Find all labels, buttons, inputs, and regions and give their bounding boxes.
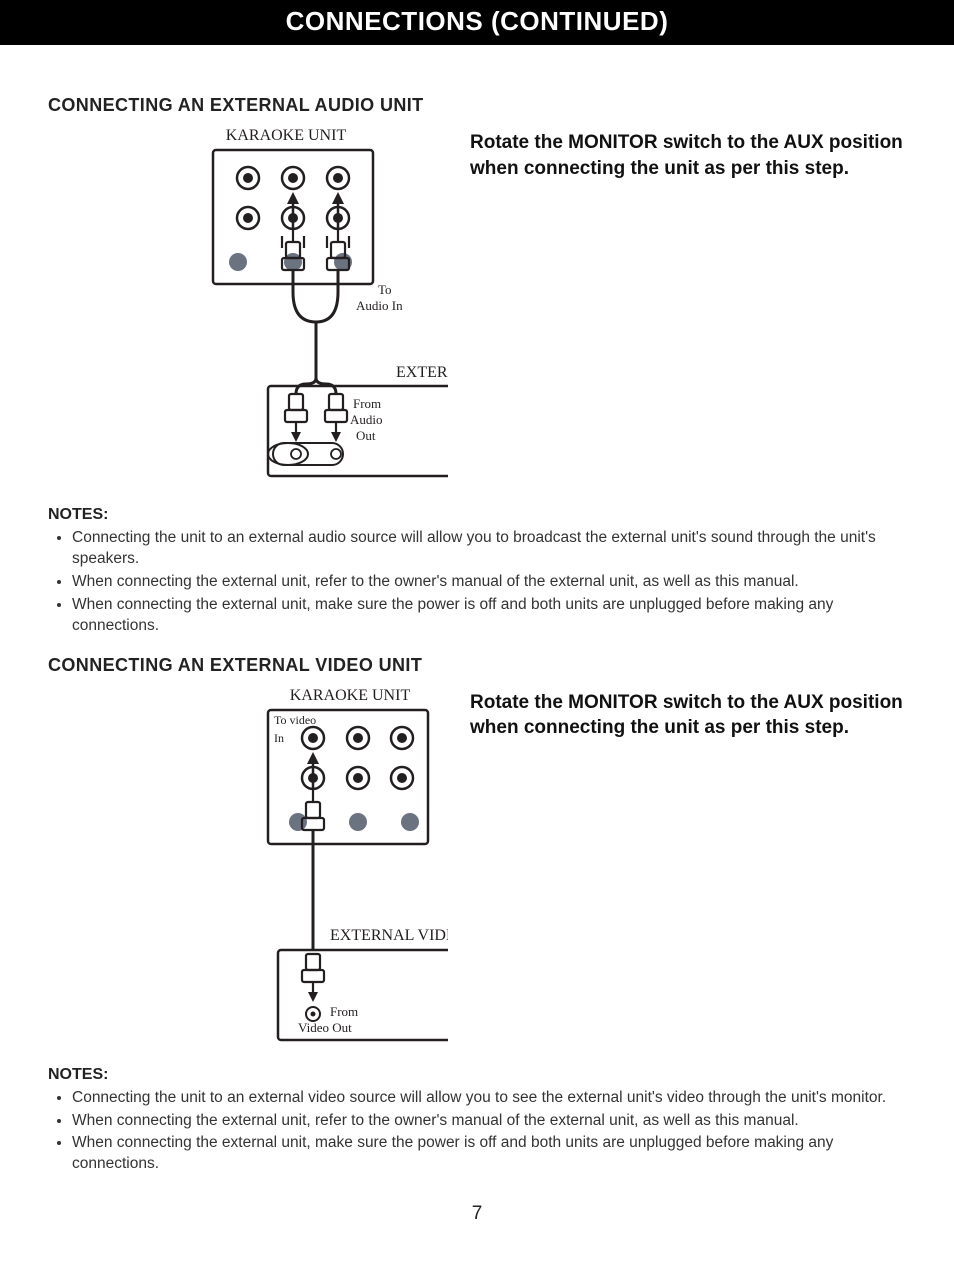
- knob: [229, 253, 247, 271]
- external-audio-label: EXTERNAL AUDIO SOURCE: [396, 364, 448, 381]
- audio-diagram-row: KARAOKE UNIT: [48, 122, 906, 502]
- audio-diagram: KARAOKE UNIT: [48, 122, 448, 502]
- to-video-in-2: In: [274, 731, 284, 745]
- from-audio-out-3: Out: [356, 428, 376, 443]
- from-audio-out-1: From: [353, 396, 381, 411]
- knob: [401, 813, 419, 831]
- title-bar: CONNECTIONS (CONTINUED): [0, 0, 954, 45]
- audio-notes-heading: NOTES:: [48, 506, 906, 524]
- video-instruction: Rotate the MONITOR switch to the AUX pos…: [470, 682, 906, 1062]
- rca-jack: [237, 167, 259, 189]
- list-item: When connecting the external unit, refer…: [72, 572, 906, 593]
- karaoke-unit-label: KARAOKE UNIT: [226, 127, 347, 144]
- video-diagram-row: KARAOKE UNIT To video In: [48, 682, 906, 1062]
- list-item: When connecting the external unit, make …: [72, 595, 906, 637]
- rca-plug: [302, 954, 324, 994]
- list-item: Connecting the unit to an external audio…: [72, 528, 906, 570]
- rca-jack: [302, 727, 324, 749]
- page-number: 7: [48, 1203, 906, 1225]
- audio-instruction: Rotate the MONITOR switch to the AUX pos…: [470, 122, 906, 502]
- rca-jack: [391, 727, 413, 749]
- external-video-label: EXTERNAL VIDEO SOURCE: [330, 927, 448, 944]
- rca-jack: [391, 767, 413, 789]
- to-video-in-1: To video: [274, 713, 316, 727]
- list-item: When connecting the external unit, refer…: [72, 1111, 906, 1132]
- rca-plug: [325, 394, 347, 434]
- knob: [349, 813, 367, 831]
- from-audio-out-2: Audio: [350, 412, 383, 427]
- list-item: When connecting the external unit, make …: [72, 1133, 906, 1175]
- list-item: Connecting the unit to an external video…: [72, 1088, 906, 1109]
- karaoke-unit-label: KARAOKE UNIT: [290, 687, 411, 704]
- video-diagram: KARAOKE UNIT To video In: [48, 682, 448, 1062]
- to-audio-in-2: Audio In: [356, 298, 403, 313]
- to-audio-in-1: To: [378, 282, 392, 297]
- from-video-out-1: From: [330, 1004, 358, 1019]
- knob: [289, 813, 307, 831]
- video-notes-heading: NOTES:: [48, 1066, 906, 1084]
- rca-jack: [282, 167, 304, 189]
- rca-plug: [285, 394, 307, 434]
- video-notes-list: Connecting the unit to an external video…: [48, 1088, 906, 1176]
- rca-jack: [347, 727, 369, 749]
- audio-notes-list: Connecting the unit to an external audio…: [48, 528, 906, 637]
- rca-jack: [327, 167, 349, 189]
- audio-out-jacks: [268, 443, 348, 465]
- audio-heading: CONNECTING AN EXTERNAL AUDIO UNIT: [48, 95, 906, 116]
- rca-jack: [237, 207, 259, 229]
- page-body: CONNECTING AN EXTERNAL AUDIO UNIT KARAOK…: [0, 45, 954, 1255]
- video-heading: CONNECTING AN EXTERNAL VIDEO UNIT: [48, 655, 906, 676]
- rca-jack: [347, 767, 369, 789]
- from-video-out-2: Video Out: [298, 1020, 352, 1035]
